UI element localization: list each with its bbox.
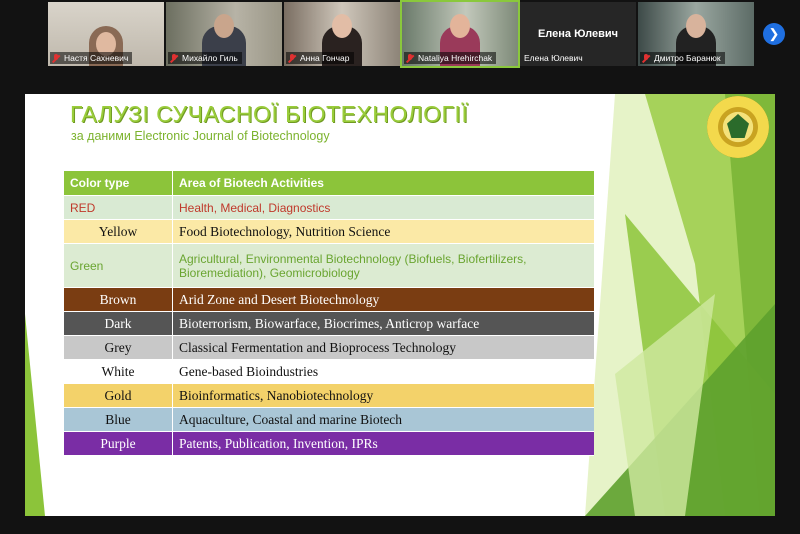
color-type-cell: Dark [64, 311, 173, 336]
table-row: Green Agricultural, Environmental Biotech… [64, 243, 594, 288]
table-row: White Gene-based Bioindustries [64, 359, 594, 384]
participant-head [214, 14, 234, 38]
color-type-cell: Gold [64, 383, 173, 408]
participant-nameplate: Настя Сахневич [50, 52, 133, 64]
participant-head [332, 14, 352, 38]
participant-tile-active-speaker[interactable]: Nataliya Hrehirchak [400, 0, 520, 68]
university-seal-logo [707, 96, 769, 158]
table-row: Blue Aquaculture, Coastal and marine Biot… [64, 407, 594, 432]
table-row: RED Health, Medical, Diagnostics [64, 195, 594, 220]
biotech-colors-table: Color type Area of Biotech Activities RE… [64, 171, 594, 456]
color-type-cell: Purple [64, 431, 173, 456]
participant-name: Анна Гончар [300, 53, 350, 63]
participant-tile[interactable]: Дмитро Баранюк [638, 2, 754, 66]
mic-muted-icon [288, 53, 296, 63]
mic-muted-icon [170, 53, 178, 63]
color-type-cell: Grey [64, 335, 173, 360]
participant-nameplate: Михайло Гиль [168, 52, 242, 64]
table-header-row: Color type Area of Biotech Activities [64, 171, 594, 196]
participant-nameplate: Елена Юлевич [522, 52, 587, 64]
table-row: Grey Classical Fermentation and Bioproces… [64, 335, 594, 360]
color-type-cell: White [64, 359, 173, 384]
table-row: Gold Bioinformatics, Nanobiotechnology [64, 383, 594, 408]
participant-name: Nataliya Hrehirchak [418, 53, 493, 63]
participant-nameplate: Nataliya Hrehirchak [404, 52, 497, 64]
participant-tile[interactable]: Елена Юлевич Елена Юлевич [520, 2, 636, 66]
participant-strip: Настя Сахневич Михайло Гиль Анна Гончар … [0, 0, 800, 70]
slide-title: ГАЛУЗІ СУЧАСНОЇ БІОТЕХНОЛОГІЇ [70, 101, 469, 127]
biotech-area-cell: Aquaculture, Coastal and marine Biotech [172, 407, 594, 432]
column-header-color-type: Color type [64, 171, 173, 196]
participant-name: Елена Юлевич [524, 53, 583, 63]
table-row: Yellow Food Biotechnology, Nutrition Scie… [64, 219, 594, 244]
column-header-area: Area of Biotech Activities [172, 171, 594, 196]
table-row: Brown Arid Zone and Desert Biotechnology [64, 287, 594, 312]
participant-head [450, 14, 470, 38]
mic-muted-icon [642, 53, 650, 63]
biotech-area-cell: Bioinformatics, Nanobiotechnology [172, 383, 594, 408]
participant-head [686, 14, 706, 38]
mic-muted-icon [52, 53, 60, 63]
table-row: Dark Bioterrorism, Biowarface, Biocrimes,… [64, 311, 594, 336]
color-type-cell: RED [64, 195, 173, 220]
participant-tile[interactable]: Михайло Гиль [166, 2, 282, 66]
participant-tile[interactable]: Анна Гончар [284, 2, 400, 66]
table-row: Purple Patents, Publication, Invention, I… [64, 431, 594, 456]
next-participants-button[interactable]: ❯ [763, 23, 785, 45]
color-type-cell: Green [64, 243, 173, 288]
screen-share-area: ГАЛУЗІ СУЧАСНОЇ БІОТЕХНОЛОГІЇ за даними … [0, 70, 800, 534]
color-type-cell: Yellow [64, 219, 173, 244]
color-type-cell: Blue [64, 407, 173, 432]
chevron-right-icon: ❯ [768, 26, 780, 41]
biotech-area-cell: Classical Fermentation and Bioprocess Te… [172, 335, 594, 360]
color-type-cell: Brown [64, 287, 173, 312]
mic-muted-icon [406, 53, 414, 63]
slide-subtitle: за даними Electronic Journal of Biotechn… [71, 129, 330, 143]
participant-nameplate: Анна Гончар [286, 52, 354, 64]
biotech-area-cell: Arid Zone and Desert Biotechnology [172, 287, 594, 312]
participant-name: Михайло Гиль [182, 53, 238, 63]
participant-big-name: Елена Юлевич [537, 28, 619, 40]
biotech-area-cell: Health, Medical, Diagnostics [172, 195, 594, 220]
biotech-area-cell: Bioterrorism, Biowarface, Biocrimes, Ant… [172, 311, 594, 336]
participant-tile[interactable]: Настя Сахневич [48, 2, 164, 66]
participant-nameplate: Дмитро Баранюк [640, 52, 725, 64]
presentation-slide: ГАЛУЗІ СУЧАСНОЇ БІОТЕХНОЛОГІЇ за даними … [25, 94, 775, 516]
participant-name: Дмитро Баранюк [654, 53, 721, 63]
biotech-area-cell: Patents, Publication, Invention, IPRs [172, 431, 594, 456]
biotech-area-cell: Food Biotechnology, Nutrition Science [172, 219, 594, 244]
participant-name: Настя Сахневич [64, 53, 129, 63]
biotech-area-cell: Agricultural, Environmental Biotechnolog… [172, 243, 594, 288]
biotech-area-cell: Gene-based Bioindustries [172, 359, 594, 384]
